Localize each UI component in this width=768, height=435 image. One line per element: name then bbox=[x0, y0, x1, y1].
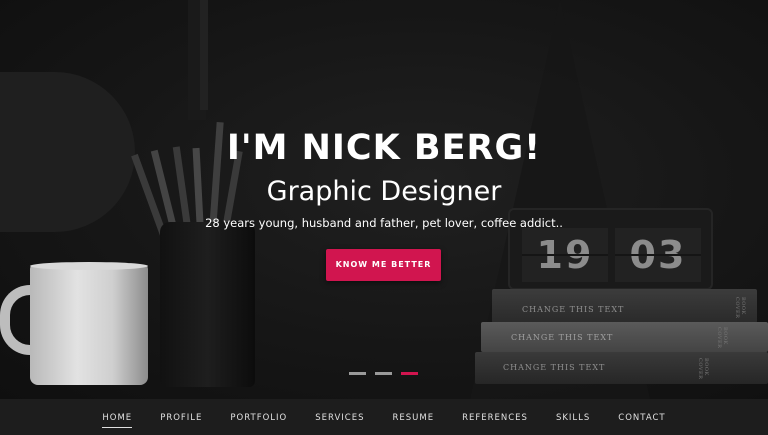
book-title: CHANGE THIS TEXT bbox=[503, 363, 606, 372]
nav-item-services[interactable]: SERVICES bbox=[315, 409, 364, 426]
book-title: CHANGE THIS TEXT bbox=[511, 333, 614, 342]
book-middle: CHANGE THIS TEXT BOOK COVER bbox=[481, 322, 768, 352]
book-top: CHANGE THIS TEXT BOOK COVER bbox=[492, 289, 757, 323]
clock-minutes: 03 bbox=[615, 228, 701, 282]
book-spine-label: BOOK COVER bbox=[734, 297, 746, 319]
main-navigation: HOME PROFILE PORTFOLIO SERVICES RESUME R… bbox=[0, 399, 768, 435]
mug-rim-image bbox=[30, 262, 148, 270]
book-bottom: CHANGE THIS TEXT BOOK COVER bbox=[475, 352, 768, 384]
hero-title: I'M NICK BERG! bbox=[226, 128, 542, 168]
clock-hours: 19 bbox=[522, 228, 608, 282]
lamp-pole-highlight bbox=[200, 0, 208, 110]
slider-dot-active[interactable] bbox=[401, 372, 418, 375]
nav-item-resume[interactable]: RESUME bbox=[392, 409, 434, 426]
hero-subtitle: Graphic Designer bbox=[266, 176, 502, 207]
book-spine-label: BOOK COVER bbox=[716, 327, 728, 349]
slider-dot[interactable] bbox=[349, 372, 366, 375]
nav-item-contact[interactable]: CONTACT bbox=[618, 409, 665, 426]
mug-image bbox=[30, 265, 148, 385]
slider-pagination bbox=[349, 372, 418, 375]
book-spine-label: BOOK COVER bbox=[697, 358, 709, 380]
hero-section: 19 03 CHANGE THIS TEXT BOOK COVER CHANGE… bbox=[0, 0, 768, 399]
pencil-holder-image bbox=[160, 222, 255, 387]
slider-dot[interactable] bbox=[375, 372, 392, 375]
nav-item-references[interactable]: REFERENCES bbox=[462, 409, 528, 426]
book-title: CHANGE THIS TEXT bbox=[522, 305, 625, 314]
nav-item-portfolio[interactable]: PORTFOLIO bbox=[230, 409, 287, 426]
know-me-better-button[interactable]: KNOW ME BETTER bbox=[326, 249, 441, 281]
nav-item-profile[interactable]: PROFILE bbox=[160, 409, 202, 426]
hero-tagline: 28 years young, husband and father, pet … bbox=[205, 216, 563, 230]
nav-item-skills[interactable]: SKILLS bbox=[556, 409, 590, 426]
nav-item-home[interactable]: HOME bbox=[102, 409, 132, 428]
